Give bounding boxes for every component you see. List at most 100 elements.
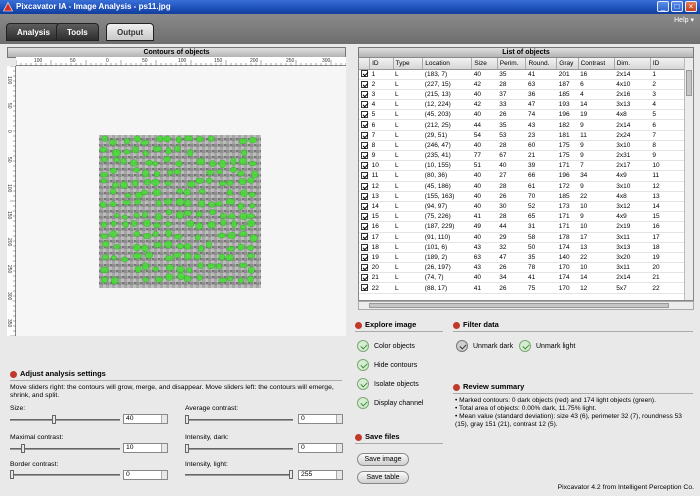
border-contrast-slider[interactable]: [10, 470, 120, 479]
spinner-arrows-icon[interactable]: [336, 415, 342, 423]
color-objects-toggle[interactable]: Color objects: [357, 340, 415, 352]
average-contrast-slider[interactable]: [185, 415, 293, 424]
row-checkbox[interactable]: [361, 233, 368, 241]
row-checkbox[interactable]: [361, 111, 368, 119]
scroll-thumb[interactable]: [369, 303, 669, 308]
display-channel-toggle[interactable]: Display channel: [357, 397, 423, 409]
table-row[interactable]: 16 L (187, 229) 49 44 31 171 10 2x19 16: [359, 221, 685, 233]
table-row[interactable]: 18 L (101, 6) 43 32 50 174 13 3x13 18: [359, 242, 685, 253]
table-row[interactable]: 21 L (74, 7) 40 34 41 174 14 2x14 21: [359, 272, 685, 284]
table-row[interactable]: 13 L (155, 163) 40 26 70 185 22 4x8 13: [359, 191, 685, 202]
table-row[interactable]: 2 L (227, 15) 42 28 63 187 6 4x10 2: [359, 79, 685, 90]
row-checkbox-cell[interactable]: [359, 272, 370, 284]
row-checkbox[interactable]: [361, 90, 368, 98]
row-checkbox-cell[interactable]: [359, 170, 370, 182]
row-checkbox-cell[interactable]: [359, 201, 370, 213]
row-checkbox-cell[interactable]: [359, 160, 370, 172]
intensity-dark-slider[interactable]: [185, 444, 293, 453]
tab-analysis[interactable]: Analysis: [6, 23, 61, 41]
contour-image-canvas[interactable]: [16, 66, 346, 336]
table-row[interactable]: 1 L (183, 7) 40 35 41 201 16 2x14 1: [359, 69, 685, 80]
column-header[interactable]: ID: [369, 58, 394, 70]
intensity-dark-input[interactable]: 0: [298, 443, 343, 453]
row-checkbox[interactable]: [361, 223, 368, 231]
save-image-button[interactable]: Save image: [357, 453, 409, 466]
help-menu[interactable]: Help ▾: [674, 16, 694, 24]
table-row[interactable]: 3 L (215, 13) 40 37 36 185 4 2x16 3: [359, 89, 685, 101]
column-header[interactable]: Perim.: [497, 58, 527, 70]
row-checkbox-cell[interactable]: [359, 99, 370, 111]
row-checkbox[interactable]: [361, 192, 368, 200]
table-row[interactable]: 9 L (235, 41) 77 67 21 175 9 2x31 9: [359, 150, 685, 162]
row-checkbox[interactable]: [361, 70, 368, 78]
maximal-contrast-input[interactable]: 10: [123, 443, 168, 453]
table-row[interactable]: 20 L (26, 197) 43 26 78 170 10 3x11 20: [359, 262, 685, 274]
row-checkbox-cell[interactable]: [359, 221, 370, 233]
table-row[interactable]: 10 L (10, 155) 51 40 39 171 7 2x17 10: [359, 160, 685, 172]
table-row[interactable]: 22 L (88, 17) 41 26 75 170 12 5x7 22: [359, 282, 685, 294]
maximal-contrast-slider[interactable]: [10, 444, 120, 453]
column-header[interactable]: Contrast: [578, 58, 615, 70]
table-vertical-scrollbar[interactable]: [684, 58, 693, 300]
row-checkbox[interactable]: [361, 202, 368, 210]
row-checkbox[interactable]: [361, 101, 368, 109]
row-checkbox-cell[interactable]: [359, 89, 370, 101]
average-contrast-input[interactable]: 0: [298, 414, 343, 424]
row-checkbox-cell[interactable]: [359, 69, 370, 80]
isolate-objects-toggle[interactable]: Isolate objects: [357, 378, 419, 390]
border-contrast-input[interactable]: 0: [123, 470, 168, 480]
size-slider[interactable]: [10, 415, 120, 424]
table-row[interactable]: 6 L (212, 25) 44 35 43 182 9 2x14 6: [359, 119, 685, 131]
row-checkbox[interactable]: [361, 141, 368, 149]
row-checkbox-cell[interactable]: [359, 262, 370, 274]
column-header[interactable]: Type: [393, 58, 424, 70]
objects-table[interactable]: ID Type Location Size Perim. Round. Gray…: [358, 57, 694, 301]
row-checkbox[interactable]: [361, 162, 368, 170]
row-checkbox-cell[interactable]: [359, 282, 370, 294]
hide-contours-toggle[interactable]: Hide contours: [357, 359, 417, 371]
table-row[interactable]: 7 L (29, 51) 54 53 23 181 11 2x24 7: [359, 130, 685, 141]
row-checkbox-cell[interactable]: [359, 181, 370, 192]
row-checkbox-cell[interactable]: [359, 191, 370, 202]
row-checkbox[interactable]: [361, 182, 368, 190]
table-row[interactable]: 5 L (45, 203) 40 26 74 196 19 4x8 5: [359, 109, 685, 121]
save-table-button[interactable]: Save table: [357, 471, 409, 484]
row-checkbox[interactable]: [361, 151, 368, 159]
table-row[interactable]: 12 L (45, 186) 40 28 61 172 9 3x10 12: [359, 181, 685, 192]
column-header[interactable]: Gray: [556, 58, 579, 70]
row-checkbox-cell[interactable]: [359, 232, 370, 243]
column-header[interactable]: Dim.: [614, 58, 651, 70]
analyzed-image[interactable]: [16, 66, 346, 336]
row-checkbox[interactable]: [361, 274, 368, 282]
row-checkbox-cell[interactable]: [359, 211, 370, 223]
column-header[interactable]: Location: [422, 58, 473, 70]
row-checkbox-cell[interactable]: [359, 150, 370, 162]
spinner-arrows-icon[interactable]: [161, 444, 167, 452]
minimize-button[interactable]: _: [657, 1, 669, 12]
unmark-dark-toggle[interactable]: Unmark dark: [456, 340, 513, 352]
row-checkbox[interactable]: [361, 131, 368, 139]
spinner-arrows-icon[interactable]: [336, 471, 342, 479]
row-checkbox-cell[interactable]: [359, 119, 370, 131]
row-checkbox-cell[interactable]: [359, 79, 370, 90]
row-checkbox[interactable]: [361, 264, 368, 272]
size-input[interactable]: 40: [123, 414, 168, 424]
row-checkbox[interactable]: [361, 284, 368, 292]
table-row[interactable]: 4 L (12, 224) 42 33 47 193 14 3x13 4: [359, 99, 685, 111]
table-horizontal-scrollbar[interactable]: [358, 301, 694, 310]
row-checkbox[interactable]: [361, 253, 368, 261]
table-row[interactable]: 17 L (91, 110) 40 29 58 178 17 3x11 17: [359, 232, 685, 243]
row-checkbox[interactable]: [361, 80, 368, 88]
table-row[interactable]: 19 L (189, 2) 63 47 35 140 22 3x20 19: [359, 252, 685, 264]
table-row[interactable]: 11 L (80, 36) 40 27 66 196 34 4x9 11: [359, 170, 685, 182]
slider-knob[interactable]: [185, 444, 189, 453]
slider-knob[interactable]: [185, 415, 189, 424]
row-checkbox[interactable]: [361, 243, 368, 251]
tab-tools[interactable]: Tools: [56, 23, 99, 41]
spinner-arrows-icon[interactable]: [161, 471, 167, 479]
spinner-arrows-icon[interactable]: [336, 444, 342, 452]
column-header[interactable]: Size: [471, 58, 498, 70]
row-checkbox-cell[interactable]: [359, 242, 370, 253]
scroll-thumb[interactable]: [686, 70, 692, 96]
column-header[interactable]: ID: [650, 58, 686, 70]
